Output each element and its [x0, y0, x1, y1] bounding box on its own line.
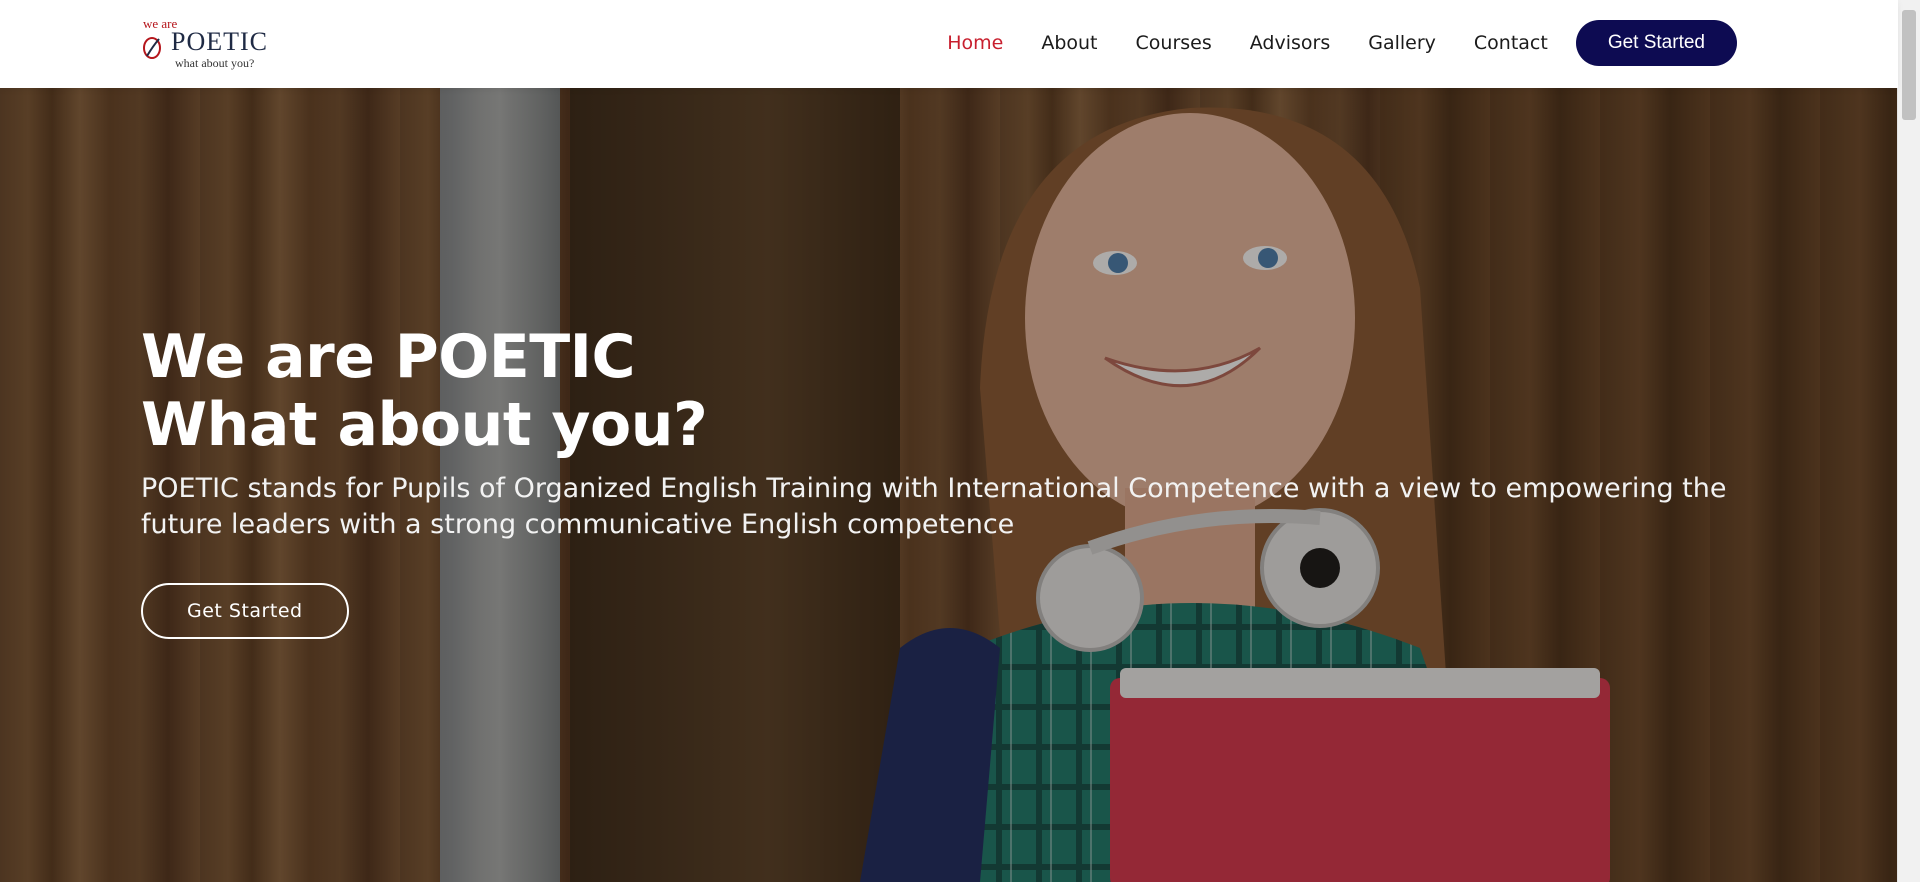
- nav-item-courses[interactable]: Courses: [1136, 32, 1212, 54]
- hero-content: We are POETIC What about you? POETIC sta…: [141, 323, 1841, 639]
- site-header: we are POETIC what about you? Home About…: [0, 0, 1898, 88]
- main-nav: Home About Courses Advisors Gallery Cont…: [909, 20, 1737, 66]
- hero-title-line-2: What about you?: [141, 390, 708, 460]
- nav-item-contact[interactable]: Contact: [1474, 32, 1548, 54]
- hero-section: We are POETIC What about you? POETIC sta…: [0, 88, 1898, 882]
- hero-title: We are POETIC What about you?: [141, 323, 1841, 459]
- page-scrollbar[interactable]: [1897, 0, 1920, 882]
- logo-tagline: what about you?: [175, 56, 255, 70]
- hero-get-started-button[interactable]: Get Started: [141, 583, 349, 639]
- nav-item-home[interactable]: Home: [947, 32, 1003, 54]
- header-get-started-button[interactable]: Get Started: [1575, 20, 1737, 66]
- hero-description: POETIC stands for Pupils of Organized En…: [141, 473, 1727, 540]
- nav-item-advisors[interactable]: Advisors: [1250, 32, 1330, 54]
- site-logo[interactable]: we are POETIC what about you?: [141, 16, 276, 72]
- scrollbar-thumb[interactable]: [1902, 10, 1916, 120]
- logo-quill-icon: [143, 37, 161, 59]
- hero-title-line-1: We are POETIC: [141, 322, 636, 392]
- nav-item-about[interactable]: About: [1041, 32, 1097, 54]
- logo-name: POETIC: [171, 27, 268, 56]
- nav-item-gallery[interactable]: Gallery: [1368, 32, 1436, 54]
